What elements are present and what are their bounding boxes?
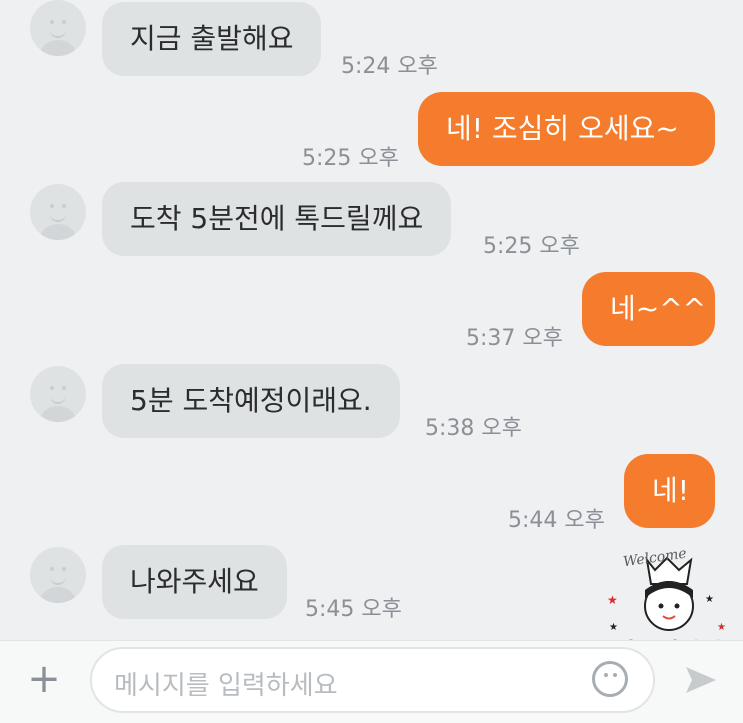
message-row: 5분 도착예정이래요. 5:38 오후	[0, 362, 743, 442]
incoming-bubble[interactable]: 지금 출발해요	[102, 2, 322, 76]
message-time: 5:45 오후	[305, 597, 402, 622]
incoming-bubble[interactable]: 도착 5분전에 톡드릴께요	[102, 182, 452, 256]
outgoing-bubble[interactable]: 네! 조심히 오세요~	[418, 92, 715, 166]
message-row: 5:37 오후 네~^^	[0, 270, 743, 351]
message-input[interactable]: 메시지를 입력하세요	[90, 647, 655, 713]
message-composer: + 메시지를 입력하세요	[0, 640, 743, 723]
message-row: 5:25 오후 네! 조심히 오세요~	[0, 90, 743, 171]
svg-text:★: ★	[607, 593, 618, 607]
svg-text:★: ★	[705, 594, 714, 605]
message-time: 5:44 오후	[508, 508, 605, 533]
avatar[interactable]	[30, 0, 86, 56]
outgoing-bubble[interactable]: 네!	[624, 454, 715, 528]
incoming-bubble[interactable]: 나와주세요	[102, 545, 287, 619]
message-row: 지금 출발해요 5:24 오후	[0, 0, 743, 80]
avatar[interactable]	[30, 184, 86, 240]
message-row: 도착 5분전에 톡드릴께요 5:25 오후	[0, 180, 743, 260]
message-time: 5:24 오후	[341, 54, 438, 79]
plus-icon[interactable]: +	[24, 659, 64, 699]
smiley-icon[interactable]	[592, 661, 628, 697]
avatar[interactable]	[30, 366, 86, 422]
message-time: 5:38 오후	[425, 416, 522, 441]
message-time: 5:25 오후	[302, 146, 399, 171]
outgoing-bubble[interactable]: 네~^^	[582, 272, 715, 346]
message-row: 5:44 오후 네!	[0, 452, 743, 533]
avatar[interactable]	[30, 547, 86, 603]
send-icon[interactable]	[682, 661, 720, 699]
message-time: 5:37 오후	[466, 326, 563, 351]
message-placeholder: 메시지를 입력하세요	[114, 671, 338, 701]
incoming-bubble[interactable]: 5분 도착예정이래요.	[102, 364, 400, 438]
message-time: 5:25 오후	[483, 234, 580, 259]
chat-log: 지금 출발해요 5:24 오후 5:25 오후 네! 조심히 오세요~ 도착 5…	[0, 0, 743, 666]
